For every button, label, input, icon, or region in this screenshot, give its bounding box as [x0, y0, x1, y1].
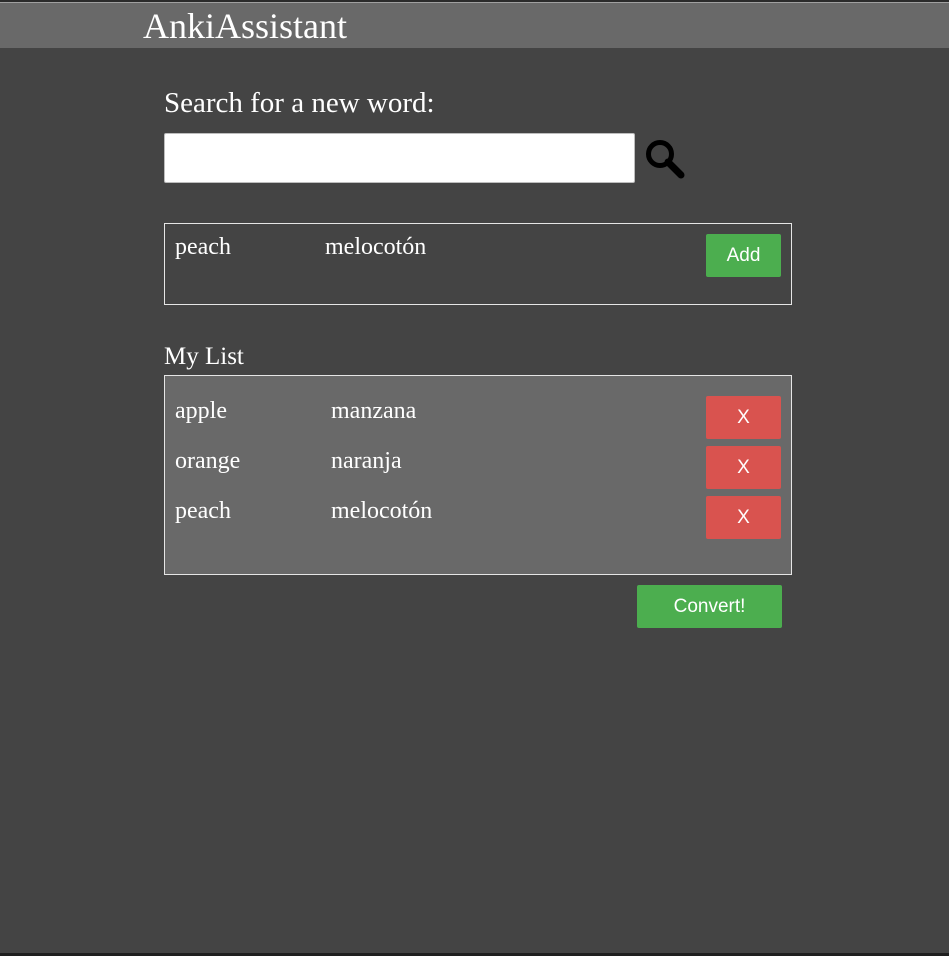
result-translation: melocotón	[325, 234, 427, 260]
list-item-word: orange	[175, 448, 241, 474]
my-list-heading: My List	[164, 343, 244, 370]
list-item: orange naranja X	[165, 446, 791, 496]
list-item-translation: manzana	[331, 398, 417, 424]
remove-item-button[interactable]: X	[706, 496, 781, 539]
search-heading: Search for a new word:	[164, 87, 435, 119]
header-bar: AnkiAssistant	[0, 2, 949, 48]
list-item: apple manzana X	[165, 396, 791, 446]
list-item: peach melocotón X	[165, 496, 791, 546]
remove-item-button[interactable]: X	[706, 446, 781, 489]
app-title: AnkiAssistant	[143, 6, 348, 46]
my-list: apple manzana X orange naranja X peach m…	[164, 375, 792, 575]
result-word: peach	[175, 234, 231, 260]
list-item-word: apple	[175, 398, 227, 424]
list-item-translation: melocotón	[331, 498, 433, 524]
add-button[interactable]: Add	[706, 234, 781, 277]
search-result: peach melocotón Add	[164, 223, 792, 305]
search-icon[interactable]	[645, 139, 685, 179]
list-item-translation: naranja	[331, 448, 402, 474]
remove-item-button[interactable]: X	[706, 396, 781, 439]
search-input[interactable]	[164, 133, 635, 183]
list-item-word: peach	[175, 498, 231, 524]
convert-button[interactable]: Convert!	[637, 585, 782, 628]
